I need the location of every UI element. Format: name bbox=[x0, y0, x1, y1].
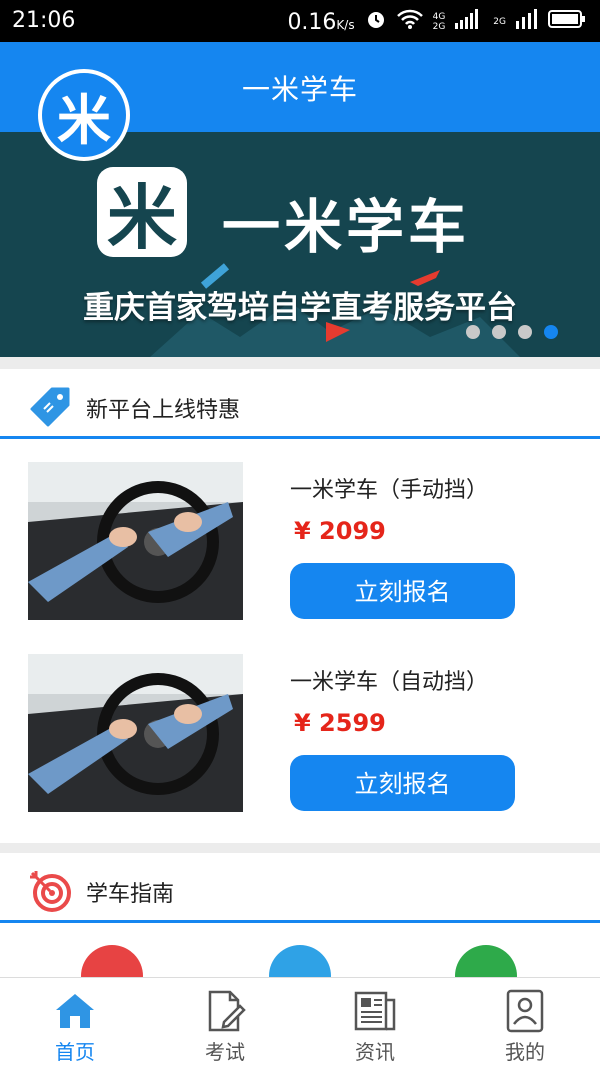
course-name: 一米学车（自动挡） bbox=[290, 670, 489, 695]
carousel-dot-active[interactable] bbox=[544, 325, 558, 339]
tab-profile[interactable]: 我的 bbox=[450, 978, 600, 1068]
signal-bars-icon bbox=[455, 9, 483, 35]
course-price: ¥ 2099 bbox=[294, 517, 386, 545]
signal-2g-icon: 2G bbox=[493, 17, 506, 27]
banner-logo: 米 bbox=[97, 167, 187, 259]
battery-icon bbox=[548, 9, 586, 35]
tab-label: 首页 bbox=[55, 1040, 95, 1064]
tab-label: 资讯 bbox=[355, 1040, 395, 1064]
promo-section: 新平台上线特惠 一米学车（手动挡） ¥ 2099 立刻报名 一米学车（自动挡） … bbox=[0, 369, 600, 843]
tab-label: 我的 bbox=[505, 1040, 545, 1064]
status-time: 21:06 bbox=[12, 8, 76, 33]
app-logo-badge: 米 bbox=[38, 69, 130, 161]
enroll-button[interactable]: 立刻报名 bbox=[290, 563, 515, 619]
course-card[interactable]: 一米学车（自动挡） ¥ 2599 立刻报名 bbox=[0, 654, 600, 814]
signal-4g-icon: 4G 2G bbox=[432, 12, 446, 32]
carousel-indicator bbox=[466, 325, 558, 339]
alarm-icon bbox=[365, 8, 387, 36]
course-name: 一米学车（手动挡） bbox=[290, 478, 489, 503]
banner-slogan: 重庆首家驾培自学直考服务平台 bbox=[83, 290, 517, 326]
course-card[interactable]: 一米学车（手动挡） ¥ 2099 立刻报名 bbox=[0, 462, 600, 622]
enroll-button[interactable]: 立刻报名 bbox=[290, 755, 515, 811]
guide-section-header: 学车指南 bbox=[0, 853, 600, 923]
signal-bars-2-icon bbox=[516, 9, 538, 35]
document-edit-icon bbox=[202, 988, 248, 1034]
guide-section: 学车指南 bbox=[0, 853, 600, 1007]
tab-label: 考试 bbox=[205, 1040, 245, 1064]
tab-exam[interactable]: 考试 bbox=[150, 978, 300, 1068]
course-image bbox=[28, 654, 243, 812]
carousel-dot[interactable] bbox=[492, 325, 506, 339]
home-icon bbox=[52, 988, 98, 1034]
status-icons: 0.16K/s 4G 2G 2G bbox=[287, 8, 586, 36]
network-speed: 0.16K/s bbox=[287, 9, 355, 35]
bottom-tab-bar: 首页 考试 资讯 我的 bbox=[0, 977, 600, 1068]
status-bar: 21:06 0.16K/s 4G 2G 2G bbox=[0, 0, 600, 42]
logo-glyph: 米 bbox=[57, 88, 111, 152]
target-icon bbox=[28, 869, 72, 913]
wifi-icon bbox=[396, 9, 423, 35]
promo-section-title: 新平台上线特惠 bbox=[86, 398, 241, 423]
guide-section-title: 学车指南 bbox=[86, 882, 175, 907]
price-tag-icon bbox=[28, 385, 72, 429]
promo-banner-carousel[interactable]: 米 一米学车 重庆首家驾培自学直考服务平台 bbox=[0, 132, 600, 357]
course-image bbox=[28, 462, 243, 620]
course-price: ¥ 2599 bbox=[294, 709, 386, 737]
promo-section-header: 新平台上线特惠 bbox=[0, 369, 600, 439]
banner-brand: 一米学车 bbox=[222, 193, 471, 261]
carousel-dot[interactable] bbox=[518, 325, 532, 339]
carousel-dot[interactable] bbox=[466, 325, 480, 339]
profile-icon bbox=[502, 988, 548, 1034]
banner-logo-glyph: 米 bbox=[107, 176, 177, 259]
tab-home[interactable]: 首页 bbox=[0, 978, 150, 1068]
newspaper-icon bbox=[352, 988, 398, 1034]
tab-news[interactable]: 资讯 bbox=[300, 978, 450, 1068]
